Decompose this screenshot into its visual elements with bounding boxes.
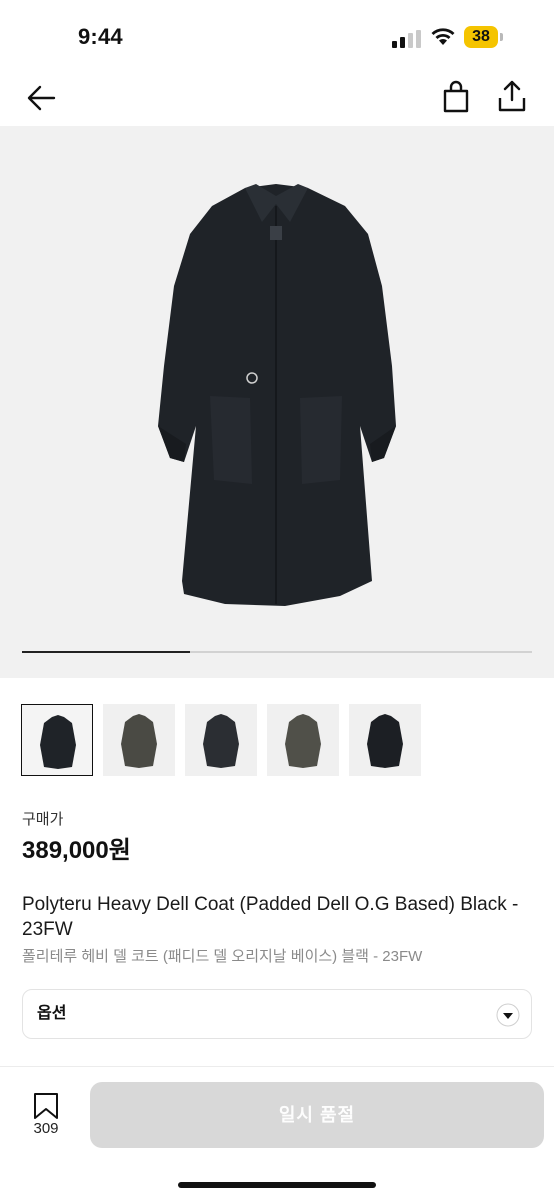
nav-bar [0, 72, 554, 126]
shopping-bag-icon[interactable] [440, 80, 472, 114]
sold-out-button[interactable]: 일시 품절 [90, 1082, 544, 1148]
battery-cap [500, 33, 503, 41]
signal-icon [392, 30, 421, 48]
option-select[interactable]: 옵션 [22, 989, 532, 1039]
option-select-label: 옵션 [37, 1005, 67, 1022]
status-time: 9:44 [78, 24, 123, 49]
thumbnail-4-image [285, 714, 321, 768]
gallery-progress-fill [22, 651, 191, 653]
thumbnail-5-image [367, 714, 403, 768]
thumbnail-1-image [40, 715, 76, 769]
battery-icon: 38 [464, 26, 504, 48]
thumbnail-3-image [203, 714, 239, 768]
status-bar: 9:44 38 [0, 0, 554, 72]
thumbnail-1[interactable] [21, 704, 93, 776]
product-detail-screen: 9:44 38 구매가 389,000원 Polyteru Heavy Dell… [0, 0, 554, 1200]
thumbnail-3[interactable] [185, 704, 257, 776]
thumbnail-5[interactable] [349, 704, 421, 776]
thumbnail-strip [20, 704, 540, 778]
thumbnail-2-image [121, 714, 157, 768]
gallery-progress-track [22, 651, 532, 653]
battery-level: 38 [472, 28, 490, 45]
product-image-gallery[interactable] [0, 126, 554, 678]
product-image [158, 184, 396, 606]
chevron-down-icon [496, 1003, 520, 1027]
wifi-icon [431, 28, 455, 45]
bookmark-count: 309 [33, 1120, 59, 1137]
back-arrow-icon[interactable] [24, 80, 60, 116]
home-indicator[interactable] [178, 1182, 376, 1188]
price-value: 389,000원 [22, 837, 131, 864]
sold-out-label: 일시 품절 [278, 1105, 356, 1125]
product-title-ko: 폴리테루 헤비 델 코트 (패디드 델 오리지날 베이스) 블랙 - 23FW [22, 948, 423, 965]
share-icon[interactable] [496, 78, 528, 114]
price-label: 구매가 [22, 811, 64, 828]
bottom-bar-divider [0, 1066, 554, 1067]
thumbnail-2[interactable] [103, 704, 175, 776]
thumbnail-4[interactable] [267, 704, 339, 776]
product-title-en: Polyteru Heavy Dell Coat (Padded Dell O.… [22, 894, 519, 940]
